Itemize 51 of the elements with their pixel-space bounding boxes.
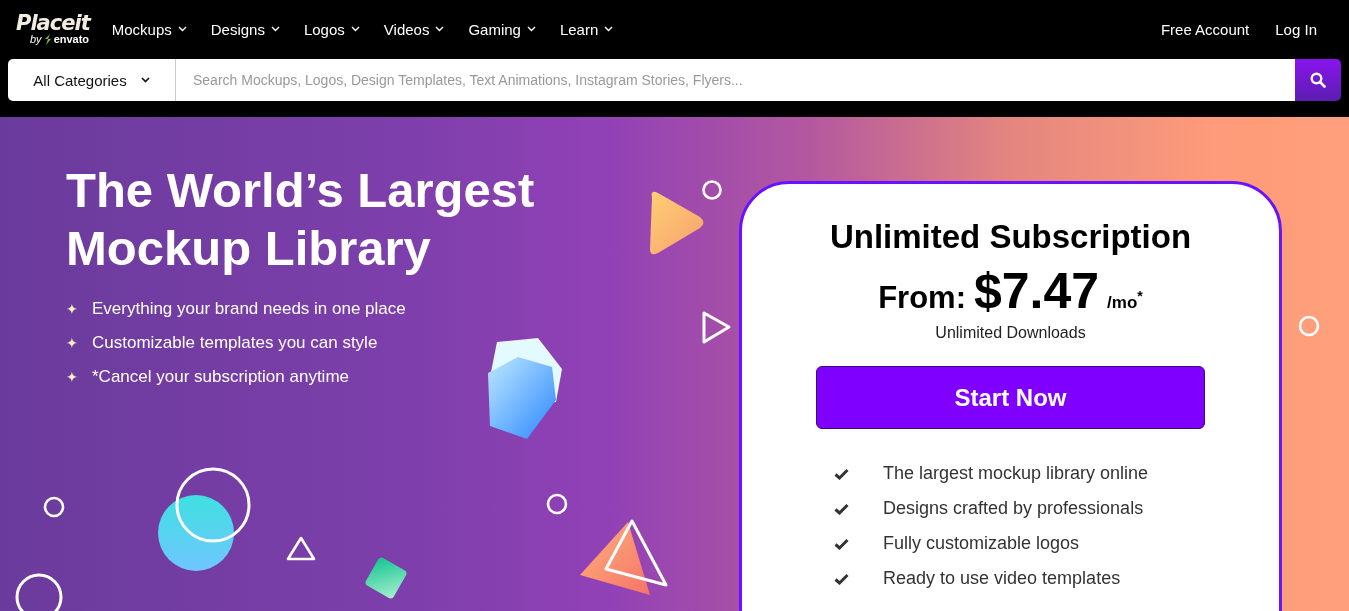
plan-subtitle: Unlimited Downloads: [935, 324, 1086, 342]
check-icon: [834, 502, 849, 515]
chevron-down-icon: [526, 26, 536, 32]
ring-shape: [1298, 315, 1320, 337]
check-icon: [834, 572, 849, 585]
nav-menu-item[interactable]: Mockups: [111, 20, 187, 38]
nav-menu-item[interactable]: Designs: [210, 20, 280, 38]
triangle-outline-shape: [702, 311, 731, 344]
nav-menu-item[interactable]: Logos: [303, 20, 360, 38]
chevron-down-icon: [270, 26, 280, 32]
start-now-button[interactable]: Start Now: [816, 366, 1205, 429]
plan-title: Unlimited Subscription: [829, 218, 1192, 256]
check-icon: [834, 537, 849, 550]
triangle-outline-shape: [286, 536, 316, 561]
hero-title: The World’s Largest Mockup Library: [66, 162, 536, 277]
price-prefix: From:: [878, 280, 966, 316]
ring-shape: [702, 180, 722, 200]
ring-shape: [43, 496, 65, 518]
feature-text: Ready to use video templates: [883, 568, 1121, 589]
price-period: /mo$^{*}$: [1107, 288, 1143, 313]
nav-menu-item[interactable]: Learn: [559, 20, 614, 38]
sparkle-icon: ✦: [66, 335, 78, 351]
search-button[interactable]: [1295, 59, 1341, 101]
feature-text: The largest mockup library online: [883, 463, 1149, 484]
account-link[interactable]: Free Account: [1160, 20, 1250, 38]
feature-text: Designs crafted by professionals: [883, 498, 1144, 519]
account-link[interactable]: Log In: [1275, 20, 1317, 38]
bullet-text: *Cancel your subscription anytime: [92, 367, 349, 387]
triangle-shape: [650, 191, 704, 255]
chevron-down-icon: [140, 77, 150, 83]
chevron-down-icon: [350, 26, 360, 32]
nav-menu-item[interactable]: Videos: [383, 20, 445, 38]
ring-shape: [546, 493, 568, 515]
chevron-down-icon: [604, 26, 614, 32]
bullet-text: Customizable templates you can style: [92, 333, 378, 353]
chevron-down-icon: [435, 26, 445, 32]
feature-text: Fully customizable logos: [883, 533, 1080, 554]
search-icon: [1310, 72, 1326, 88]
sparkle-icon: ✦: [66, 369, 78, 385]
sparkle-icon: ✦: [66, 301, 78, 317]
logo-byline: by: [30, 34, 42, 45]
price: $7.47: [973, 262, 1100, 320]
logo-brand: envato: [53, 34, 90, 45]
category-dropdown[interactable]: All Categories: [8, 59, 176, 101]
bullet-text: Everything your brand needs in one place: [92, 299, 406, 319]
nav-menu-item[interactable]: Gaming: [468, 20, 536, 38]
chevron-down-icon: [177, 26, 187, 32]
check-icon: [834, 467, 849, 480]
search-field[interactable]: Search Mockups, Logos, Design Templates, Text Animations, Instagram Stories, Flyers...: [176, 59, 1295, 101]
ring-shape: [15, 573, 63, 611]
logo-wordmark[interactable]: Placeit: [16, 13, 90, 34]
